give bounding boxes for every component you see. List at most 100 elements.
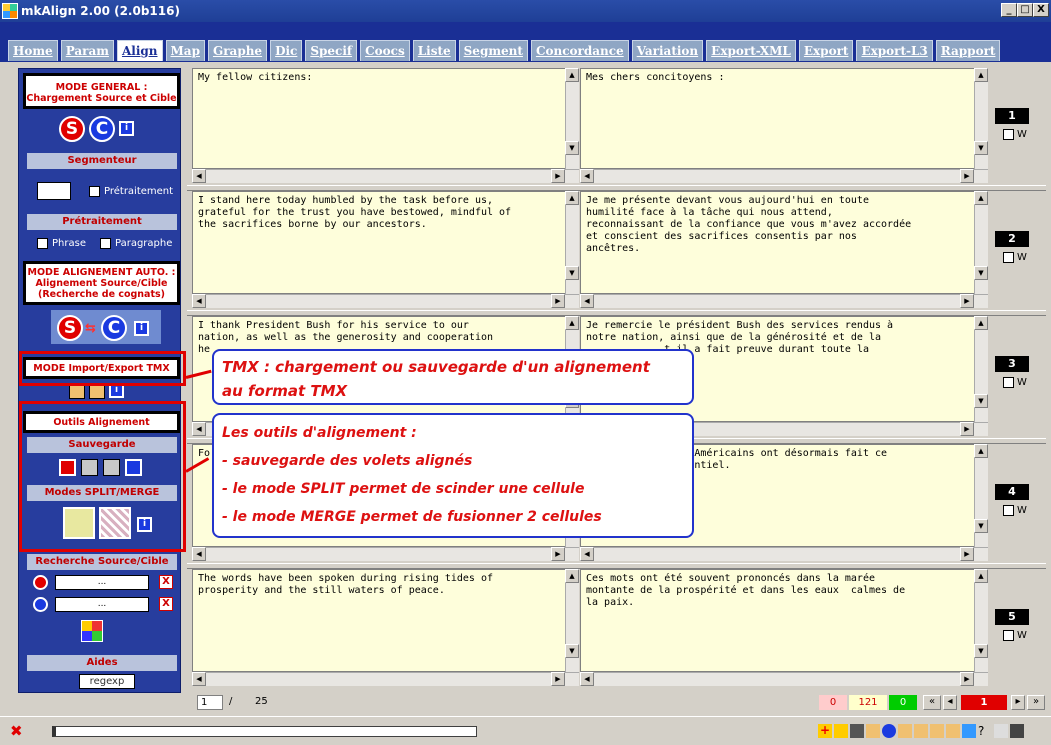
- scroll-down-arrow[interactable]: ▼: [974, 141, 988, 155]
- scroll-up-arrow[interactable]: ▲: [974, 444, 988, 458]
- regexp-button[interactable]: regexp: [79, 674, 135, 689]
- scroll-up-arrow[interactable]: ▲: [565, 191, 579, 205]
- scroll-down-arrow[interactable]: ▼: [974, 519, 988, 533]
- next-button[interactable]: ▸: [1011, 695, 1025, 710]
- scroll-down-arrow[interactable]: ▼: [565, 266, 579, 280]
- scroll-down-arrow[interactable]: ▼: [974, 644, 988, 658]
- scroll-up-arrow[interactable]: ▲: [974, 68, 988, 82]
- scroll-right-arrow[interactable]: ▶: [960, 294, 974, 308]
- target-load-button[interactable]: C: [89, 116, 115, 142]
- scroll-up-arrow[interactable]: ▲: [565, 569, 579, 583]
- scroll-right-arrow[interactable]: ▶: [960, 547, 974, 561]
- scroll-right-arrow[interactable]: ▶: [551, 169, 565, 183]
- scroll-up-arrow[interactable]: ▲: [974, 569, 988, 583]
- target-hscroll[interactable]: [580, 294, 988, 308]
- scroll-right-arrow[interactable]: ▶: [551, 294, 565, 308]
- tool-icon[interactable]: [866, 724, 880, 738]
- scroll-left-arrow[interactable]: ◀: [192, 294, 206, 308]
- page-input[interactable]: 1: [197, 695, 223, 710]
- tab-specif[interactable]: Specif: [305, 40, 358, 61]
- scroll-right-arrow[interactable]: ▶: [551, 547, 565, 561]
- tab-export-xml[interactable]: Export-XML: [706, 40, 796, 61]
- clear-target-search-button[interactable]: X: [159, 597, 173, 611]
- auto-align-target-button[interactable]: C: [101, 315, 127, 341]
- tool-icon[interactable]: [946, 724, 960, 738]
- scroll-left-arrow[interactable]: ◀: [580, 294, 594, 308]
- tab-dic[interactable]: Dic: [270, 40, 303, 61]
- scroll-right-arrow[interactable]: ▶: [960, 672, 974, 686]
- tab-home[interactable]: Home: [8, 40, 58, 61]
- scroll-down-arrow[interactable]: ▼: [974, 266, 988, 280]
- maximize-button[interactable]: □: [1017, 3, 1033, 17]
- tab-coocs[interactable]: Coocs: [360, 40, 410, 61]
- auto-align-source-button[interactable]: S: [57, 315, 83, 341]
- tool-icon[interactable]: [882, 724, 896, 738]
- tab-export-l3[interactable]: Export-L3: [856, 40, 933, 61]
- scroll-left-arrow[interactable]: ◀: [580, 169, 594, 183]
- w-checkbox[interactable]: W: [1003, 252, 1027, 263]
- w-checkbox[interactable]: W: [1003, 505, 1027, 516]
- w-checkbox[interactable]: W: [1003, 630, 1027, 641]
- tab-concordance[interactable]: Concordance: [530, 40, 629, 61]
- last-button[interactable]: »: [1027, 695, 1045, 710]
- scroll-down-arrow[interactable]: ▼: [565, 141, 579, 155]
- scroll-up-arrow[interactable]: ▲: [974, 191, 988, 205]
- scroll-left-arrow[interactable]: ◀: [192, 422, 206, 436]
- scroll-left-arrow[interactable]: ◀: [192, 672, 206, 686]
- target-cell[interactable]: Ces mots ont été souvent prononcés dans …: [580, 569, 988, 672]
- target-hscroll[interactable]: [580, 672, 988, 686]
- target-hscroll[interactable]: [580, 169, 988, 183]
- plus-icon[interactable]: +: [818, 724, 832, 738]
- w-checkbox[interactable]: W: [1003, 129, 1027, 140]
- prev-button[interactable]: ◂: [943, 695, 957, 710]
- pretraitement-checkbox[interactable]: Prétraitement: [89, 186, 173, 197]
- source-search-input[interactable]: ...: [55, 575, 149, 590]
- info-icon[interactable]: i: [119, 121, 134, 136]
- scroll-down-arrow[interactable]: ▼: [565, 644, 579, 658]
- w-checkbox[interactable]: W: [1003, 377, 1027, 388]
- minimize-button[interactable]: _: [1001, 3, 1017, 17]
- tab-export[interactable]: Export: [798, 40, 854, 61]
- tab-rapport[interactable]: Rapport: [935, 40, 1001, 61]
- tab-map[interactable]: Map: [165, 40, 205, 61]
- tool-icon[interactable]: [994, 724, 1008, 738]
- scroll-up-arrow[interactable]: ▲: [974, 316, 988, 330]
- segmenteur-input[interactable]: [37, 182, 71, 200]
- tool-icon[interactable]: [1010, 724, 1024, 738]
- tab-segment[interactable]: Segment: [458, 40, 528, 61]
- scroll-up-arrow[interactable]: ▲: [565, 68, 579, 82]
- scroll-left-arrow[interactable]: ◀: [580, 672, 594, 686]
- scroll-down-arrow[interactable]: ▼: [974, 394, 988, 408]
- source-cell[interactable]: I stand here today humbled by the task b…: [192, 191, 579, 294]
- scroll-right-arrow[interactable]: ▶: [960, 422, 974, 436]
- scroll-right-arrow[interactable]: ▶: [960, 169, 974, 183]
- clear-source-search-button[interactable]: X: [159, 575, 173, 589]
- scroll-left-arrow[interactable]: ◀: [192, 547, 206, 561]
- close-x-icon[interactable]: ✖: [10, 722, 23, 740]
- info-icon[interactable]: i: [134, 321, 149, 336]
- source-hscroll[interactable]: [192, 169, 579, 183]
- help-icon[interactable]: ?: [978, 724, 992, 738]
- tab-param[interactable]: Param: [60, 40, 114, 61]
- source-hscroll[interactable]: [192, 547, 579, 561]
- source-cell[interactable]: My fellow citizens:: [192, 68, 579, 169]
- target-cell[interactable]: Mes chers concitoyens :: [580, 68, 988, 169]
- source-hscroll[interactable]: [192, 672, 579, 686]
- phrase-checkbox[interactable]: Phrase: [37, 238, 86, 249]
- scroll-right-arrow[interactable]: ▶: [551, 672, 565, 686]
- target-cell[interactable]: Je me présente devant vous aujourd'hui e…: [580, 191, 988, 294]
- paragraphe-checkbox[interactable]: Paragraphe: [100, 238, 172, 249]
- tool-icon[interactable]: [898, 724, 912, 738]
- tab-variation[interactable]: Variation: [631, 40, 704, 61]
- target-hscroll[interactable]: [580, 547, 988, 561]
- search-run-icon[interactable]: [81, 620, 103, 642]
- scroll-up-arrow[interactable]: ▲: [565, 316, 579, 330]
- tool-icon[interactable]: [850, 724, 864, 738]
- tab-liste[interactable]: Liste: [412, 40, 456, 61]
- close-button[interactable]: X: [1033, 3, 1049, 17]
- tab-graphe[interactable]: Graphe: [207, 40, 268, 61]
- tab-align[interactable]: Align: [116, 40, 163, 61]
- target-search-input[interactable]: ...: [55, 597, 149, 612]
- source-cell[interactable]: The words have been spoken during rising…: [192, 569, 579, 672]
- source-load-button[interactable]: S: [59, 116, 85, 142]
